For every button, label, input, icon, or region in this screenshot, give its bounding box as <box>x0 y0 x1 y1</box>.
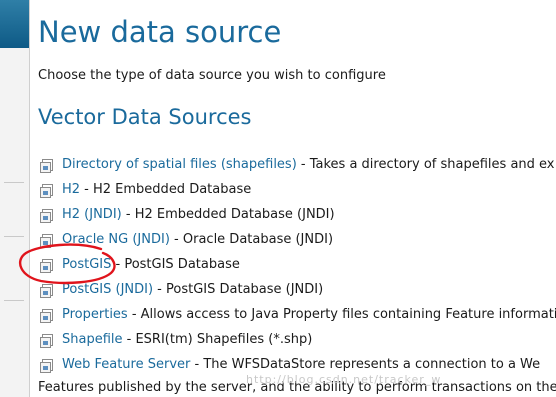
data-source-description: - ESRI(tm) Shapefiles (*.shp) <box>122 332 313 347</box>
sidebar-divider <box>4 182 24 183</box>
page-title: New data source <box>38 15 282 49</box>
datastore-icon <box>40 359 55 373</box>
data-source-link[interactable]: H2 (JNDI) <box>62 207 122 222</box>
datastore-icon <box>40 159 55 173</box>
main-content: New data source Choose the type of data … <box>38 0 556 397</box>
sidebar-border <box>29 0 30 397</box>
watermark: http://blog.csdn.net/tracker_w <box>246 373 442 386</box>
data-source-text: Shapefile - ESRI(tm) Shapefiles (*.shp) <box>62 331 312 349</box>
left-sidebar-edge <box>0 0 29 397</box>
data-source-text: Properties - Allows access to Java Prope… <box>62 306 556 324</box>
data-source-link[interactable]: Shapefile <box>62 332 123 347</box>
data-source-link[interactable]: Oracle NG (JNDI) <box>62 232 170 247</box>
data-source-text: H2 - H2 Embedded Database <box>62 181 251 199</box>
data-source-description: - PostGIS Database <box>111 257 240 272</box>
data-source-text: H2 (JNDI) - H2 Embedded Database (JNDI) <box>62 206 335 224</box>
data-source-text: Web Feature Server - The WFSDataStore re… <box>62 356 540 374</box>
data-source-text: Oracle NG (JNDI) - Oracle Database (JNDI… <box>62 231 333 249</box>
data-source-link[interactable]: PostGIS <box>62 257 111 272</box>
sidebar-divider <box>4 236 24 237</box>
data-source-link[interactable]: PostGIS (JNDI) <box>62 282 153 297</box>
section-title: Vector Data Sources <box>38 105 252 129</box>
data-source-link[interactable]: Web Feature Server <box>62 357 190 372</box>
datastore-icon <box>40 184 55 198</box>
datastore-icon <box>40 284 55 298</box>
page-subtitle: Choose the type of data source you wish … <box>38 68 386 83</box>
data-source-description: - PostGIS Database (JNDI) <box>153 282 324 297</box>
datastore-icon <box>40 309 55 323</box>
datastore-icon <box>40 209 55 223</box>
datastore-icon <box>40 234 55 248</box>
data-source-description: - The WFSDataStore represents a connecti… <box>190 357 541 372</box>
data-source-text: PostGIS (JNDI) - PostGIS Database (JNDI) <box>62 281 323 299</box>
data-source-link[interactable]: Directory of spatial files (shapefiles) <box>62 157 297 172</box>
sidebar-divider <box>4 300 24 301</box>
data-source-description: - H2 Embedded Database (JNDI) <box>121 207 335 222</box>
datastore-icon <box>40 259 55 273</box>
data-source-description: - Allows access to Java Property files c… <box>127 307 556 322</box>
data-source-link[interactable]: Properties <box>62 307 128 322</box>
header-band <box>0 0 29 48</box>
data-source-description: - Takes a directory of shapefiles and ex <box>296 157 555 172</box>
data-source-text: Directory of spatial files (shapefiles) … <box>62 156 555 174</box>
data-source-text: PostGIS - PostGIS Database <box>62 256 240 274</box>
data-source-description: - Oracle Database (JNDI) <box>169 232 334 247</box>
datastore-icon <box>40 334 55 348</box>
data-source-link[interactable]: H2 <box>62 182 80 197</box>
data-source-description: - H2 Embedded Database <box>80 182 252 197</box>
